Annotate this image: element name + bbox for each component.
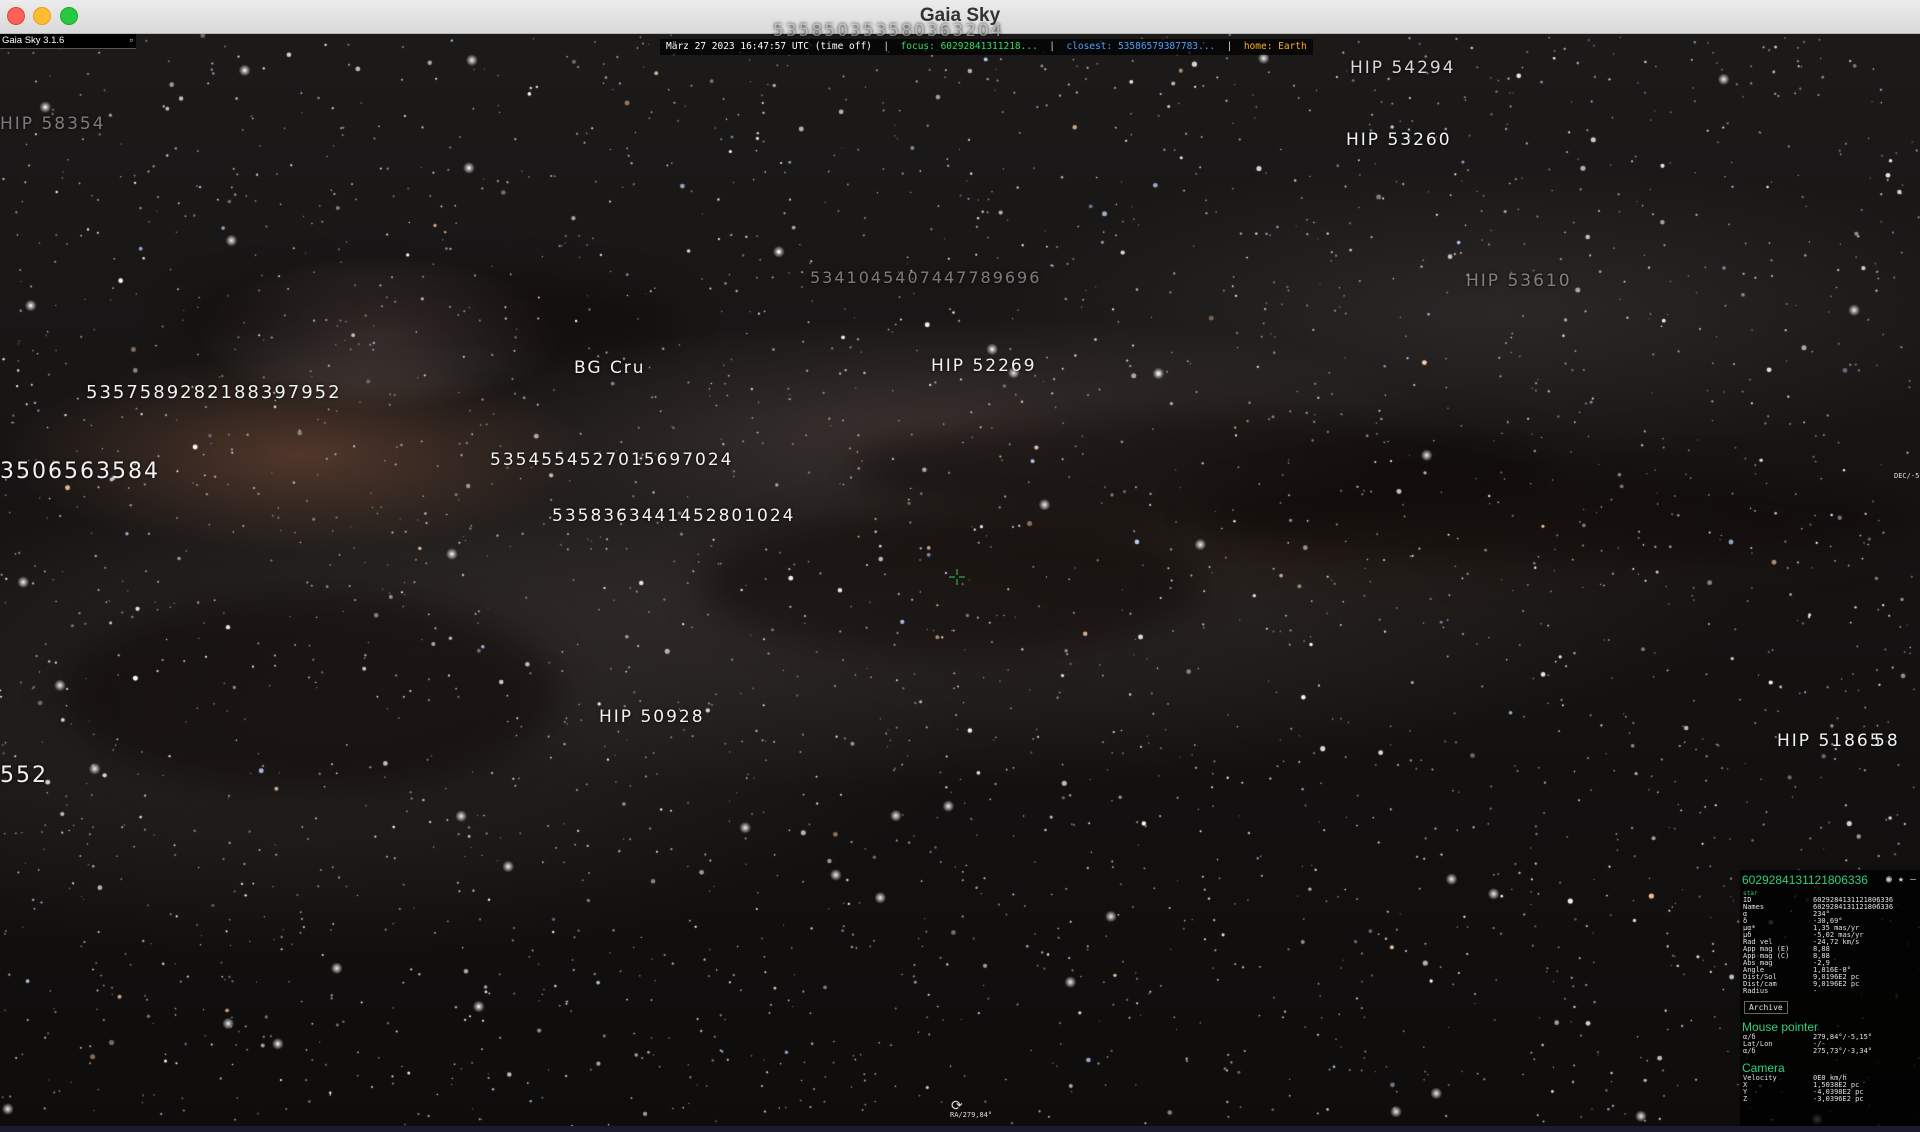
minimize-panel-icon[interactable]: ▫	[130, 34, 133, 48]
star-label-hip54294[interactable]: HIP 54294	[1350, 58, 1456, 78]
home-text[interactable]: home: Earth	[1244, 41, 1307, 52]
attribute-key: X	[1743, 1081, 1748, 1089]
attribute-row: Z -3,0396E2 pc	[1740, 1096, 1920, 1103]
datetime-text: März 27 2023 16:47:57 UTC (time off)	[666, 41, 872, 52]
version-badge: Gaia Sky 3.1.6 ▫	[0, 34, 136, 49]
dec-readout: DEC/-5,1	[1894, 472, 1920, 480]
attribute-key: Z	[1743, 1095, 1748, 1103]
archive-button[interactable]: Archive	[1744, 1001, 1788, 1014]
collapse-icon[interactable]: –	[1910, 874, 1916, 885]
star-bookmark-icon[interactable]: ★	[1898, 874, 1904, 885]
star-label-hip50928[interactable]: HIP 50928	[599, 707, 705, 727]
camera-section-title: Camera	[1742, 1061, 1785, 1075]
attribute-key: μα*	[1743, 924, 1756, 932]
attribute-key: α	[1743, 910, 1748, 918]
star-label-5354554527015697024[interactable]: 5354554527015697024	[490, 450, 734, 470]
closest-text[interactable]: closest: 5358657938​7783...	[1066, 41, 1215, 52]
panel-icons: ◉ ★ –	[1886, 874, 1916, 885]
focus-attributes: ID 6029284131121806336 Names 60292841311218…	[1740, 897, 1920, 995]
star-label-bg-cru[interactable]: BG Cru	[574, 358, 646, 378]
attribute-value: 275,73°/-3,34°	[1813, 1047, 1873, 1055]
star-label-top[interactable]: 535850353580363204	[773, 21, 1004, 41]
attribute-value: -	[1813, 987, 1818, 995]
attribute-key: Names	[1743, 903, 1765, 911]
attribute-key: Velocity	[1743, 1074, 1777, 1082]
attribute-row: Names 6029284131121806336	[1740, 904, 1920, 911]
attribute-row: α/δ 275,73°/-3,34°	[1740, 1048, 1920, 1055]
attribute-row: Radius -	[1740, 988, 1920, 995]
star-label-hip58354[interactable]: HIP 58354	[0, 114, 106, 134]
attribute-key: α/δ	[1743, 1047, 1756, 1055]
star-label-hip5186[interactable]: HIP 51865	[1777, 731, 1883, 751]
star-label-5341045407447789696[interactable]: 5341045407447789696	[810, 268, 1041, 287]
ra-readout: RA/279,84°	[950, 1111, 993, 1119]
attribute-value: -3,0396E2 pc	[1813, 1095, 1864, 1103]
focus-info-panel: ◉ ★ – 6029284131121806336 star ID 6029284…	[1740, 870, 1920, 1126]
star-label-3506563584[interactable]: 3506563584	[0, 459, 160, 484]
attribute-value: 9,0196E2 pc	[1813, 980, 1860, 988]
attribute-key: Y	[1743, 1088, 1748, 1096]
focus-text[interactable]: focus: 6029284131121​8...	[901, 41, 1038, 52]
star-label-5358363441452801024[interactable]: 5358363441452801024	[552, 506, 796, 526]
star-label-hip53260[interactable]: HIP 53260	[1346, 130, 1452, 150]
version-text: Gaia Sky 3.1.6	[2, 35, 65, 46]
mouse-pointer-rows: α/δ 279,84°/-5,15° Lat/Lon -/- α/δ 275,73°/-3…	[1740, 1034, 1920, 1055]
eye-icon[interactable]: ◉	[1886, 874, 1892, 885]
focus-crosshair-icon	[949, 569, 965, 585]
star-label-552[interactable]: 552	[0, 763, 48, 788]
star-label-58[interactable]: 58	[1874, 731, 1900, 751]
mouse-pointer-section-title: Mouse pointer	[1742, 1020, 1819, 1034]
attribute-key: Radius	[1743, 987, 1769, 995]
status-bar: März 27 2023 16:47:57 UTC (time off) | f…	[660, 39, 1313, 55]
star-label-hip52269[interactable]: HIP 52269	[931, 356, 1037, 376]
camera-rows: Velocity 0E0 km/h X 1,5038E2 pc Y -4,0398E2 p…	[1740, 1075, 1920, 1103]
star-label-hip53610[interactable]: HIP 53610	[1466, 271, 1572, 291]
bottom-strip	[0, 1126, 1920, 1132]
star-label-5357589282188397952[interactable]: 5357589282188397952	[86, 382, 342, 403]
